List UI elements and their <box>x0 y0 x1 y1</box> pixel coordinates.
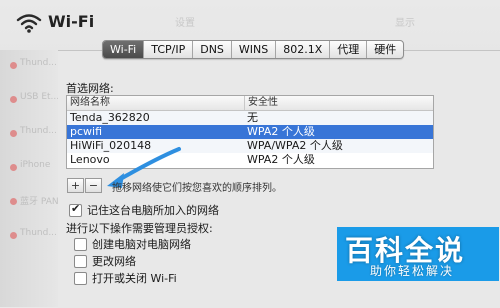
network-security-cell: WPA2 个人级 <box>247 153 315 166</box>
status-dot-icon <box>10 198 17 205</box>
network-name-cell: pcwifi <box>70 125 103 138</box>
network-security-cell: 无 <box>247 111 258 124</box>
table-row[interactable]: pcwifi WPA2 个人级 <box>67 125 433 139</box>
auth-option-row[interactable]: 创建电脑对电脑网络 <box>74 236 191 252</box>
ghost-sidebar-label: Thund... <box>20 126 57 136</box>
status-dot-icon <box>10 164 17 171</box>
tab-bar: Wi-Fi TCP/IP DNS WINS 802.1X 代理 硬件 <box>102 40 405 59</box>
status-dot-icon <box>10 130 17 137</box>
remember-networks-checkbox[interactable] <box>69 202 82 217</box>
network-name-cell: Tenda_362820 <box>70 111 150 124</box>
network-security-cell: WPA2 个人级 <box>247 125 315 138</box>
remember-networks-row[interactable]: 记住这台电脑所加入的网络 <box>69 202 219 218</box>
add-network-button[interactable]: + <box>67 178 84 193</box>
section-label: 首选网络: <box>66 82 114 95</box>
ghost-sidebar-item: Thund... <box>8 228 57 242</box>
ghost-sidebar-label: Thund... <box>20 58 57 68</box>
ghost-sidebar-item: 蓝牙 PAN <box>8 194 59 208</box>
tab-1[interactable]: TCP/IP <box>144 41 194 58</box>
auth-option-label: 创建电脑对电脑网络 <box>92 238 191 251</box>
ghost-header-text: 设置 <box>175 18 195 29</box>
ghost-sidebar-item: Thund... <box>8 58 57 72</box>
ghost-sidebar-label: USB Et... <box>20 92 60 102</box>
ghost-sidebar-item: Thund... <box>8 126 57 140</box>
auth-option-checkbox[interactable] <box>74 271 87 285</box>
ghost-service-list: Thund... USB Et... Thund... iPhone 蓝牙 PAN Thu… <box>0 50 60 307</box>
auth-option-label: 打开或关闭 Wi-Fi <box>92 272 177 285</box>
ghost-sidebar-item: iPhone <box>8 160 56 174</box>
ghost-sidebar-label: Thund... <box>20 228 57 238</box>
tab-5[interactable]: 代理 <box>330 41 368 58</box>
remove-network-button[interactable]: − <box>85 178 102 193</box>
wifi-icon <box>16 14 42 33</box>
auth-label: 进行以下操作需要管理员授权: <box>66 222 213 235</box>
ghost-sidebar-label: 蓝牙 PAN <box>20 197 59 207</box>
status-dot-icon <box>10 62 17 69</box>
auth-option-row[interactable]: 打开或关闭 Wi-Fi <box>74 270 177 286</box>
page-title: Wi-Fi <box>48 12 95 31</box>
tab-0[interactable]: Wi-Fi <box>103 41 145 58</box>
ghost-header-text: 显示 <box>395 18 415 29</box>
tab-2[interactable]: DNS <box>193 41 232 58</box>
network-security-cell: WPA/WPA2 个人级 <box>247 139 343 152</box>
ghost-sidebar-label: iPhone <box>20 160 51 170</box>
tab-6[interactable]: 硬件 <box>367 41 403 58</box>
auth-option-label: 更改网络 <box>92 255 136 268</box>
watermark-subtitle: 助你轻松解决 <box>370 264 455 278</box>
auth-option-checkbox[interactable] <box>74 254 87 268</box>
tab-4[interactable]: 802.1X <box>276 41 331 58</box>
auth-option-row[interactable]: 更改网络 <box>74 253 136 269</box>
drag-hint: 拖移网络使它们按您喜欢的顺序排列。 <box>112 183 282 194</box>
tab-3[interactable]: WINS <box>232 41 277 58</box>
table-row[interactable]: Tenda_362820 无 <box>67 111 433 125</box>
auth-option-checkbox[interactable] <box>74 237 87 251</box>
ghost-sidebar-item: USB Et... <box>8 92 60 106</box>
status-dot-icon <box>10 232 17 239</box>
table-header: 网络名称 安全性 <box>67 96 433 111</box>
remember-networks-label: 记住这台电脑所加入的网络 <box>87 204 219 217</box>
status-dot-icon <box>10 96 17 103</box>
column-header-name[interactable]: 网络名称 <box>67 96 245 110</box>
column-header-security[interactable]: 安全性 <box>245 96 278 110</box>
